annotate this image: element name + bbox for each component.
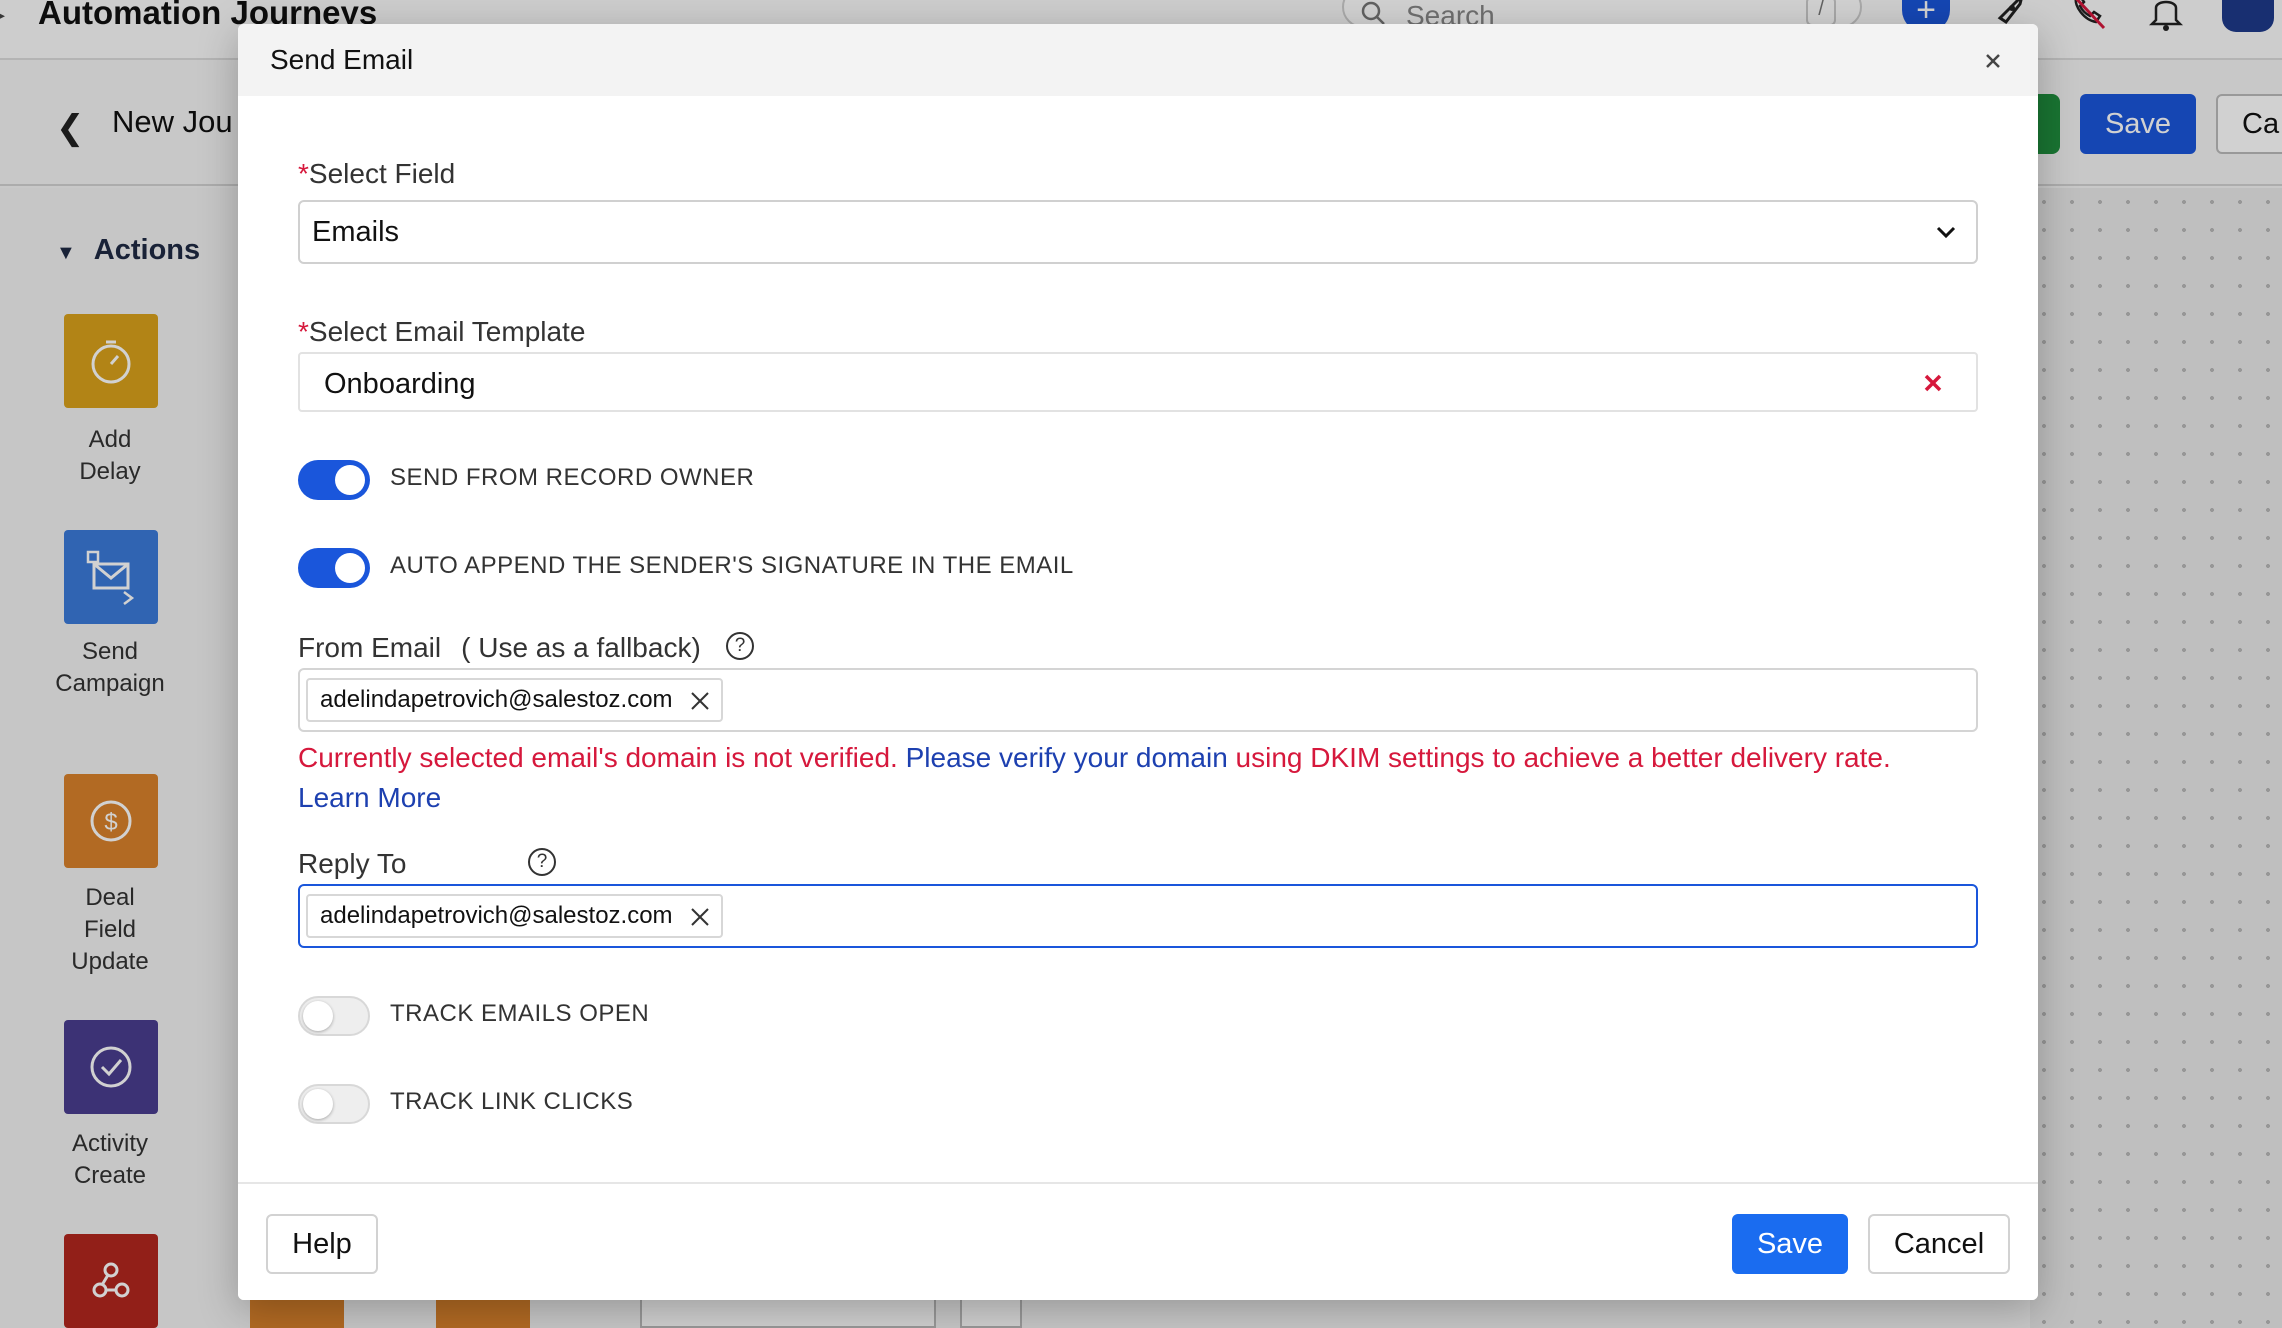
from-email-chip: adelindapetrovich@salestoz.com [306, 678, 723, 722]
save-button[interactable]: Save [1732, 1214, 1848, 1274]
email-template-label: *Select Email Template [298, 316, 585, 348]
select-field-label-text: Select Field [308, 158, 456, 189]
track-link-clicks-label: TRACK LINK CLICKS [390, 1088, 634, 1115]
warning-text: Currently selected email's domain is not… [298, 742, 906, 773]
domain-not-verified-warning: Currently selected email's domain is not… [298, 738, 1998, 818]
required-mark: * [298, 158, 309, 189]
reply-to-label: Reply To [298, 848, 407, 879]
toggle-knob [335, 553, 365, 583]
remove-chip-icon[interactable] [689, 690, 711, 712]
track-link-clicks-toggle[interactable] [298, 1084, 370, 1124]
from-email-label: From Email ( Use as a fallback) [298, 632, 701, 664]
reply-to-chip: adelindapetrovich@salestoz.com [306, 894, 723, 938]
toggle-knob [303, 1089, 333, 1119]
verify-domain-link[interactable]: Please verify your domain [906, 742, 1228, 773]
from-email-input[interactable]: adelindapetrovich@salestoz.com [298, 668, 1978, 732]
track-emails-open-label: TRACK EMAILS OPEN [390, 1000, 650, 1027]
from-email-label-text: From Email [298, 632, 442, 663]
toggle-knob [335, 465, 365, 495]
cancel-button[interactable]: Cancel [1868, 1214, 2010, 1274]
clear-x-icon[interactable] [1920, 370, 1946, 396]
reply-to-help-icon[interactable]: ? [528, 848, 556, 876]
dialog-header: Send Email [238, 24, 2038, 96]
auto-append-signature-toggle[interactable] [298, 548, 370, 588]
select-field-value: Emails [312, 216, 400, 248]
email-template-select[interactable]: Onboarding [298, 352, 1978, 412]
help-button[interactable]: Help [266, 1214, 378, 1274]
select-field-dropdown[interactable]: Emails [298, 200, 1978, 264]
from-email-help-icon[interactable]: ? [726, 632, 754, 660]
from-email-chip-text: adelindapetrovich@salestoz.com [320, 686, 673, 713]
track-emails-open-toggle[interactable] [298, 996, 370, 1036]
from-email-hint: ( Use as a fallback) [461, 632, 701, 663]
select-field-label: *Select Field [298, 158, 455, 190]
close-icon[interactable] [1976, 44, 2010, 78]
dialog-footer: Help Save Cancel [238, 1182, 2038, 1300]
send-from-record-owner-toggle[interactable] [298, 460, 370, 500]
required-mark: * [298, 316, 309, 347]
chevron-down-icon [1936, 226, 1956, 239]
dialog-title: Send Email [270, 44, 414, 75]
learn-more-link[interactable]: Learn More [298, 782, 441, 813]
warning-text-end: using DKIM settings to achieve a better … [1227, 742, 1891, 773]
reply-to-chip-text: adelindapetrovich@salestoz.com [320, 902, 673, 929]
remove-chip-icon[interactable] [689, 906, 711, 928]
send-from-record-owner-label: SEND FROM RECORD OWNER [390, 464, 755, 491]
send-email-dialog: Send Email *Select Field Emails *Select … [238, 24, 2038, 1300]
auto-append-signature-label: AUTO APPEND THE SENDER'S SIGNATURE IN TH… [390, 552, 1074, 579]
email-template-value: Onboarding [324, 368, 476, 400]
reply-to-input[interactable]: adelindapetrovich@salestoz.com [298, 884, 1978, 948]
toggle-knob [303, 1001, 333, 1031]
email-template-label-text: Select Email Template [308, 316, 586, 347]
